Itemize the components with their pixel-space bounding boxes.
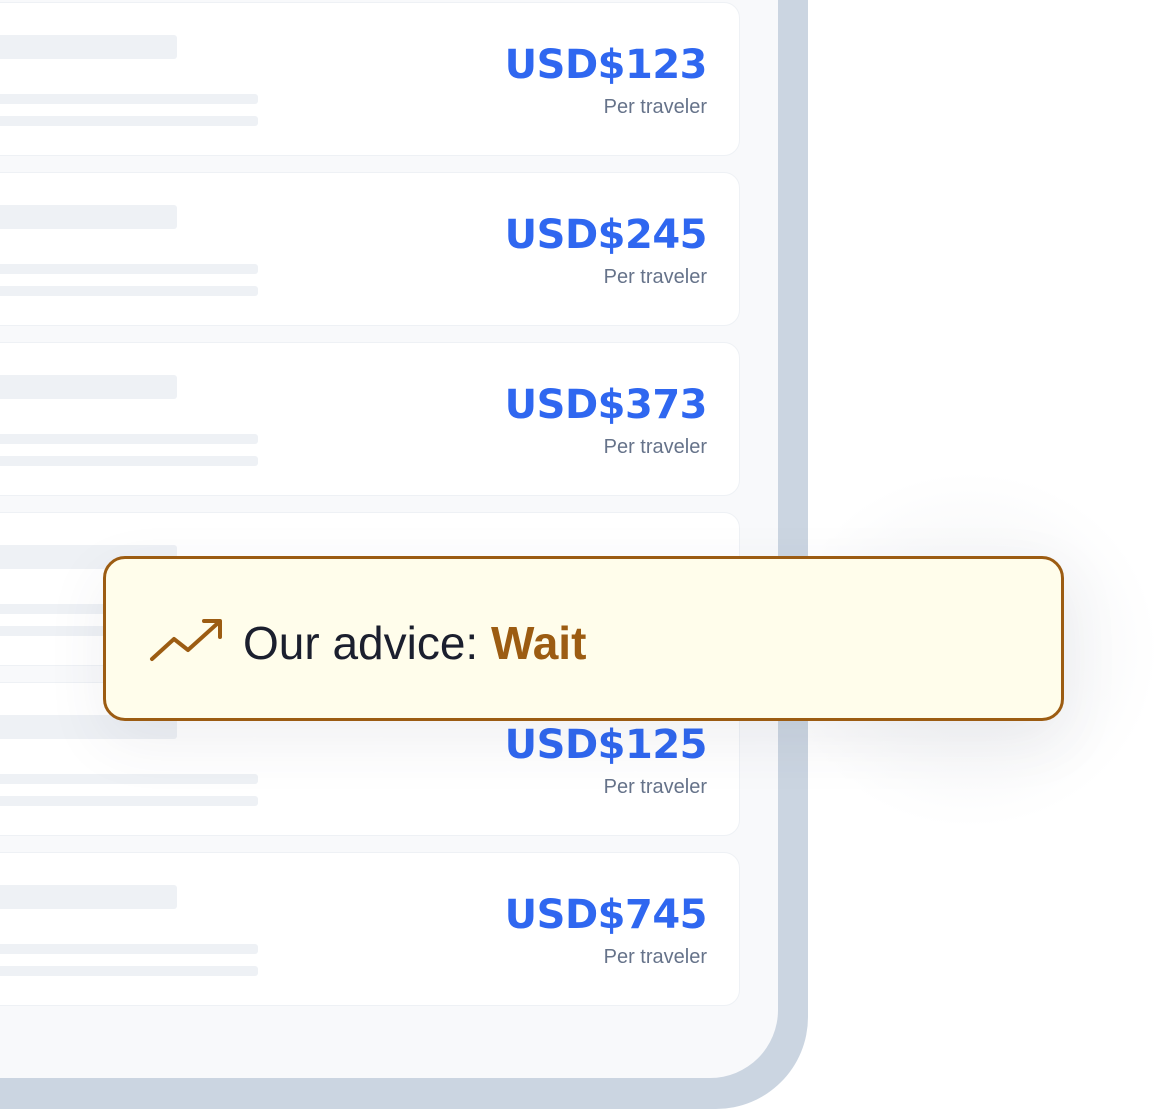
skeleton-line	[0, 966, 258, 976]
skeleton-line	[0, 456, 258, 466]
result-price-note: Per traveler	[603, 96, 707, 118]
skeleton-line	[0, 264, 258, 274]
result-card[interactable]: USD$245 Per traveler	[0, 172, 740, 326]
result-card[interactable]: USD$373 Per traveler	[0, 342, 740, 496]
trending-up-icon	[148, 615, 226, 665]
advice-text: Our advice: Wait	[243, 616, 586, 670]
skeleton-line	[0, 434, 258, 444]
result-price: USD$745	[504, 892, 708, 938]
result-price: USD$245	[504, 212, 708, 258]
skeleton-line	[0, 116, 258, 126]
skeleton-title	[0, 375, 177, 399]
result-price-note: Per traveler	[603, 266, 707, 288]
advice-value: Wait	[491, 617, 587, 669]
skeleton-title	[0, 35, 177, 59]
skeleton-title	[0, 205, 177, 229]
result-price-note: Per traveler	[603, 776, 707, 798]
skeleton-title	[0, 885, 177, 909]
advice-banner: Our advice: Wait	[103, 556, 1064, 721]
skeleton-line	[0, 944, 258, 954]
result-price: USD$373	[504, 382, 708, 428]
result-price: USD$123	[504, 42, 708, 88]
skeleton-line	[0, 796, 258, 806]
advice-label: Our advice:	[243, 617, 491, 669]
stage: USD$123 Per traveler USD$245 Per travele…	[0, 0, 1170, 1109]
skeleton-line	[0, 94, 258, 104]
result-price-note: Per traveler	[603, 436, 707, 458]
result-price-note: Per traveler	[603, 946, 707, 968]
result-card[interactable]: USD$123 Per traveler	[0, 2, 740, 156]
result-card[interactable]: USD$745 Per traveler	[0, 852, 740, 1006]
skeleton-line	[0, 774, 258, 784]
result-price: USD$125	[504, 722, 708, 768]
skeleton-line	[0, 286, 258, 296]
